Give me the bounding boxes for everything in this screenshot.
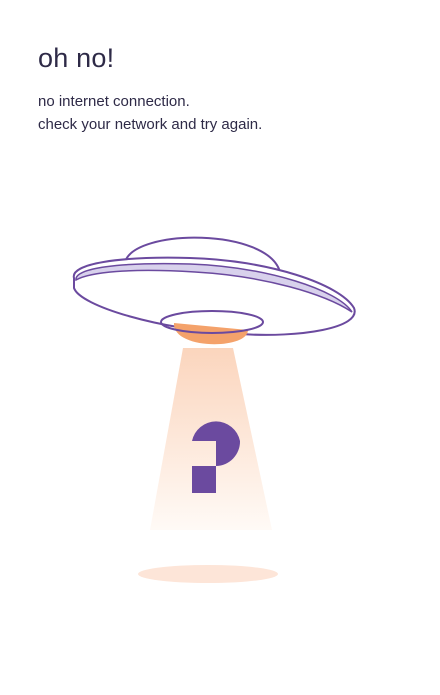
error-message: no internet connection. check your netwo… [38, 90, 418, 136]
ufo-illustration [72, 236, 356, 583]
error-title: oh no! [38, 43, 115, 73]
no-connection-screen: oh no! no internet connection. check you… [0, 0, 440, 695]
ufo-icon [72, 236, 356, 345]
error-message-line-1: no internet connection. [38, 93, 190, 110]
error-message-line-2: check your network and try again. [38, 116, 263, 133]
ground-shadow-icon [138, 565, 278, 583]
